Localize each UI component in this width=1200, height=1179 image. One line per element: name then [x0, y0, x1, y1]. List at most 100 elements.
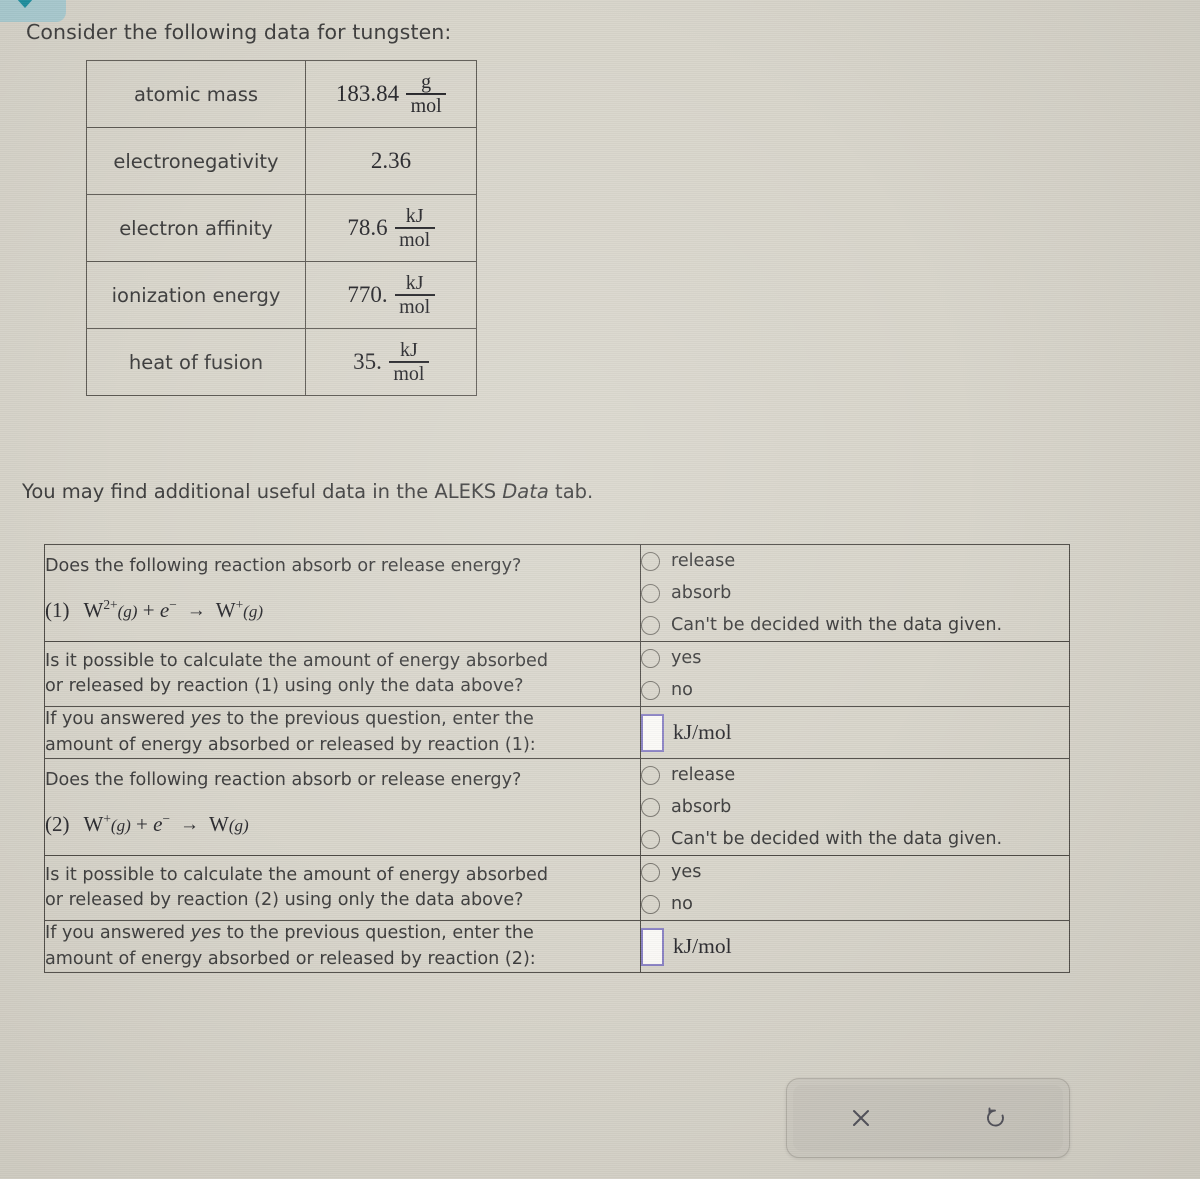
- q3-italic-yes: yes: [190, 709, 222, 729]
- radio-button[interactable]: [641, 648, 660, 668]
- reaction-1-product: W: [215, 598, 236, 623]
- energy-unit-label-2: kJ/mol: [673, 934, 732, 958]
- reaction-2-electron-charge: −: [162, 811, 171, 827]
- property-label: ionization energy: [86, 261, 306, 329]
- property-value: 78.6 kJ mol: [305, 194, 477, 262]
- note-after: tab.: [548, 480, 594, 503]
- reaction-2-plus: +: [136, 812, 148, 837]
- reaction-1-label: (1): [45, 598, 70, 623]
- radio-button[interactable]: [641, 583, 660, 603]
- browser-tab-chip[interactable]: [0, 0, 66, 22]
- reaction-2-arrow: →: [180, 814, 200, 836]
- answer-toolbar: [786, 1078, 1070, 1158]
- reaction-1-electron: e: [159, 598, 170, 623]
- question-4-answer-cell: release absorb Can't be decided with the…: [640, 758, 1070, 856]
- question-3-text-line1: If you answered yes to the previous ques…: [45, 707, 640, 733]
- q6-italic-yes: yes: [190, 923, 222, 943]
- q3-prefix: If you answered: [45, 709, 191, 729]
- radio-option-absorb-1[interactable]: absorb: [641, 577, 1069, 609]
- question-table: Does the following reaction absorb or re…: [44, 544, 1070, 973]
- unit-fraction: g mol: [406, 70, 447, 116]
- energy-answer-row-2: kJ/mol: [641, 922, 1069, 972]
- property-value: 183.84 g mol: [305, 60, 477, 128]
- question-4-text: Does the following reaction absorb or re…: [45, 769, 522, 790]
- question-1-answer-cell: release absorb Can't be decided with the…: [640, 544, 1070, 642]
- radio-button[interactable]: [641, 829, 660, 849]
- unit-numerator: g: [421, 70, 432, 93]
- question-6-prompt-cell: If you answered yes to the previous ques…: [44, 920, 641, 973]
- radio-option-yes-1[interactable]: yes: [641, 642, 1069, 674]
- unit-fraction: kJ mol: [394, 271, 435, 318]
- table-row: heat of fusion 35. kJ mol: [86, 328, 477, 396]
- radio-option-release-2[interactable]: release: [641, 759, 1069, 791]
- reaction-1-equation: (1) W2+(g) + e− → W+(g): [45, 595, 640, 626]
- tungsten-data-table: atomic mass 183.84 g mol electronegativi…: [86, 60, 477, 396]
- question-2-answer-cell: yes no: [640, 641, 1070, 707]
- reaction-1-electron-charge: −: [169, 597, 177, 613]
- question-6-text-line1: If you answered yes to the previous ques…: [45, 921, 640, 947]
- radio-label: absorb: [671, 583, 732, 603]
- radio-option-release-1[interactable]: release: [641, 545, 1069, 577]
- radio-option-cant-decide-2[interactable]: Can't be decided with the data given.: [641, 823, 1069, 855]
- reaction-2-equation: (2) W+(g) + e− → W(g): [45, 809, 640, 840]
- q3-suffix: to the previous question, enter the: [221, 709, 534, 729]
- radio-option-absorb-2[interactable]: absorb: [641, 791, 1069, 823]
- question-2-text-line2: or released by reaction (1) using only t…: [45, 676, 524, 696]
- reaction-2-product: W: [209, 812, 229, 837]
- question-row-1: Does the following reaction absorb or re…: [44, 544, 1070, 642]
- radio-option-yes-2[interactable]: yes: [641, 856, 1069, 888]
- radio-label: release: [671, 765, 736, 785]
- radio-button[interactable]: [641, 862, 660, 882]
- radio-button[interactable]: [641, 680, 660, 700]
- radio-label: absorb: [671, 797, 732, 817]
- reaction-2-label: (2): [45, 812, 70, 837]
- value-number: 78.6: [347, 215, 388, 240]
- question-4-prompt-cell: Does the following reaction absorb or re…: [44, 758, 641, 856]
- reaction-2-reactant-charge: +: [103, 811, 111, 827]
- question-1-text: Does the following reaction absorb or re…: [45, 555, 522, 576]
- unit-numerator: kJ: [405, 271, 424, 294]
- question-3-prompt-cell: If you answered yes to the previous ques…: [44, 706, 641, 759]
- q6-prefix: If you answered: [45, 923, 191, 943]
- radio-option-no-1[interactable]: no: [641, 674, 1069, 706]
- radio-button[interactable]: [641, 551, 660, 571]
- unit-denominator: mol: [399, 295, 431, 318]
- question-row-5: Is it possible to calculate the amount o…: [44, 855, 1070, 921]
- reaction-1-reactant-state: (g): [117, 602, 138, 622]
- question-5-answer-cell: yes no: [640, 855, 1070, 921]
- radio-button[interactable]: [641, 797, 660, 817]
- question-3-answer-cell: kJ/mol: [640, 706, 1070, 759]
- unit-numerator: kJ: [399, 338, 418, 361]
- radio-button[interactable]: [641, 765, 660, 785]
- reaction-1-reactant: W: [83, 598, 104, 623]
- radio-label: Can't be decided with the data given.: [671, 829, 1003, 849]
- question-3-text-line2: amount of energy absorbed or released by…: [45, 734, 536, 755]
- radio-option-no-2[interactable]: no: [641, 888, 1069, 920]
- note-italic: Data: [502, 480, 549, 503]
- close-x-icon: [848, 1105, 874, 1131]
- radio-button[interactable]: [641, 894, 660, 914]
- reaction-2-reactant: W: [83, 812, 104, 837]
- energy-input-2[interactable]: [641, 927, 664, 966]
- unit-fraction: kJ mol: [394, 205, 435, 251]
- undo-reset-icon: [982, 1104, 1010, 1132]
- question-row-2: Is it possible to calculate the amount o…: [44, 641, 1070, 707]
- radio-label: release: [671, 551, 736, 571]
- property-value: 2.36: [305, 127, 477, 195]
- reset-button[interactable]: [928, 1085, 1063, 1151]
- clear-button[interactable]: [793, 1085, 928, 1151]
- radio-button[interactable]: [641, 615, 660, 635]
- note-before: You may find additional useful data in t…: [22, 480, 503, 503]
- radio-option-cant-decide-1[interactable]: Can't be decided with the data given.: [641, 609, 1069, 641]
- energy-input-1[interactable]: [641, 713, 664, 752]
- unit-denominator: mol: [399, 228, 431, 251]
- reaction-1-arrow: →: [186, 600, 206, 622]
- radio-label: no: [671, 680, 693, 700]
- chevron-down-icon: [16, 0, 34, 8]
- reaction-2-reactant-state: (g): [110, 816, 131, 836]
- energy-answer-row-1: kJ/mol: [641, 708, 1069, 758]
- property-label: heat of fusion: [86, 328, 306, 396]
- property-label: electronegativity: [86, 127, 306, 195]
- table-row: electronegativity 2.36: [86, 127, 477, 195]
- table-row: atomic mass 183.84 g mol: [86, 60, 477, 128]
